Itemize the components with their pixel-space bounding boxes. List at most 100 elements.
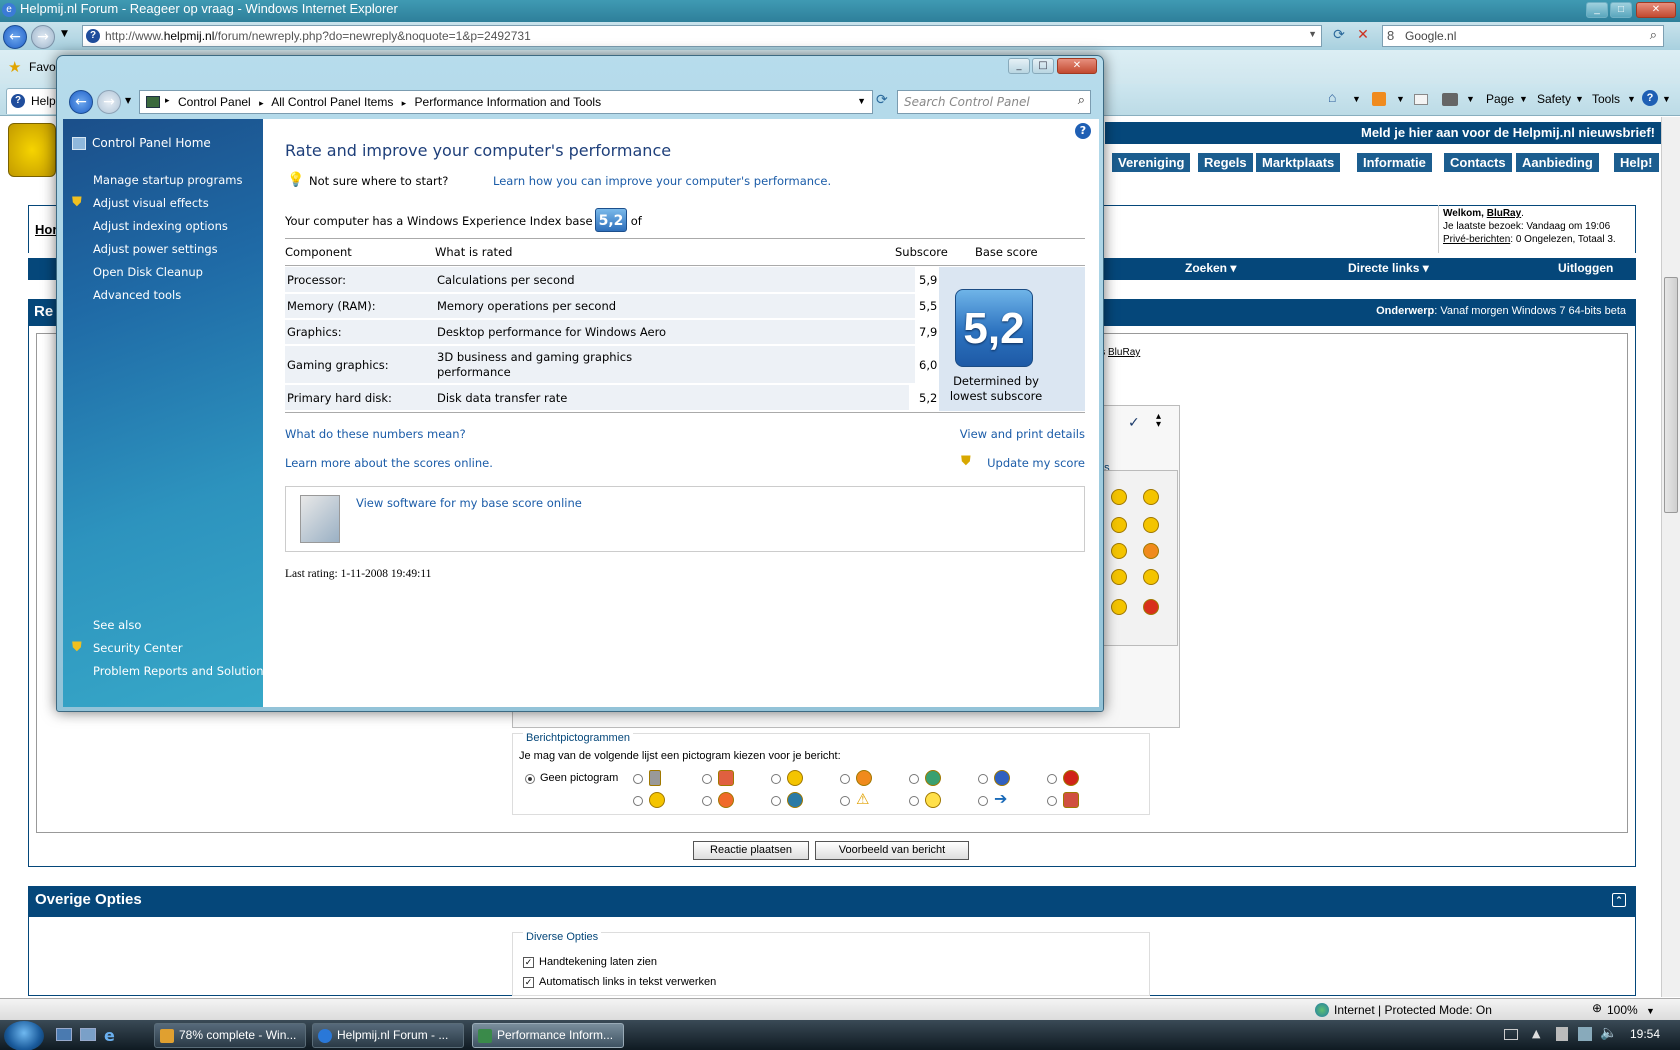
nav-aanbieding[interactable]: Aanbieding	[1516, 153, 1599, 172]
print-dropdown-icon[interactable]: ▼	[1466, 94, 1475, 104]
home-crumb[interactable]: Hor	[35, 222, 57, 237]
print-icon[interactable]	[1442, 93, 1458, 106]
address-dropdown-icon[interactable]: ▼	[1308, 29, 1317, 39]
view-software-link[interactable]: View software for my base score online	[356, 496, 582, 510]
numbers-meaning-link[interactable]: What do these numbers mean?	[285, 427, 466, 441]
view-print-details-link[interactable]: View and print details	[960, 427, 1085, 441]
close-button[interactable]: ✕	[1636, 2, 1676, 18]
protected-mode-status[interactable]: Internet | Protected Mode: On	[1334, 1003, 1492, 1017]
update-score-link[interactable]: Update my score	[987, 456, 1085, 470]
search-box[interactable]: 8 Google.nl ⌕	[1382, 25, 1664, 47]
smilie-icon[interactable]	[1111, 599, 1127, 615]
show-desktop-icon[interactable]	[56, 1028, 72, 1041]
radio-icon[interactable]	[633, 774, 643, 784]
favorites-star-icon[interactable]: ★	[8, 58, 21, 76]
cp-search-input[interactable]: Search Control Panel ⌕	[897, 90, 1091, 114]
switch-windows-icon[interactable]	[80, 1028, 96, 1041]
scrollbar-thumb[interactable]	[1664, 277, 1678, 513]
collapse-icon[interactable]: ⌃	[1612, 893, 1626, 907]
nav-informatie[interactable]: Informatie	[1357, 153, 1432, 172]
task-power-settings[interactable]: Adjust power settings	[93, 242, 218, 256]
page-scrollbar[interactable]	[1661, 117, 1680, 997]
tools-menu-dropdown-icon[interactable]: ▼	[1627, 94, 1636, 104]
cp-minimize-button[interactable]: _	[1008, 58, 1030, 74]
task-startup-programs[interactable]: Manage startup programs	[93, 173, 242, 187]
tray-expand-icon[interactable]: ▲	[1532, 1027, 1540, 1040]
stop-icon[interactable]: ✕	[1352, 27, 1374, 47]
cp-help-icon[interactable]: ?	[1075, 123, 1091, 139]
nav-regels[interactable]: Regels	[1198, 153, 1253, 172]
back-icon[interactable]: ←	[3, 25, 27, 49]
help-icon[interactable]: ?	[1642, 90, 1658, 106]
signature-checkbox[interactable]: ✓	[523, 957, 534, 968]
reply-to-user[interactable]: BluRay	[1108, 347, 1140, 358]
cp-recent-dropdown-icon[interactable]: ▼	[125, 96, 131, 105]
refresh-icon[interactable]: ⟳	[1328, 27, 1350, 47]
breadcrumb-arrow-icon[interactable]: ▸	[402, 98, 407, 108]
taskbar-item-forum[interactable]: Helpmij.nl Forum - ...	[312, 1023, 464, 1048]
mail-icon[interactable]	[1414, 94, 1428, 105]
taskbar-item-performance[interactable]: Performance Inform...	[472, 1023, 624, 1048]
tray-volume-icon[interactable]: 🔈	[1600, 1025, 1617, 1041]
home-icon[interactable]: ⌂	[1328, 89, 1336, 105]
search-icon[interactable]: ⌕	[1650, 27, 1657, 43]
task-indexing-options[interactable]: Adjust indexing options	[93, 219, 228, 233]
cp-close-button[interactable]: ✕	[1057, 58, 1097, 74]
smilie-icon[interactable]	[1111, 543, 1127, 559]
maximize-button[interactable]: □	[1610, 2, 1632, 18]
radio-icon[interactable]	[771, 774, 781, 784]
radio-icon[interactable]	[909, 774, 919, 784]
zoom-level[interactable]: 100%	[1607, 1003, 1638, 1017]
taskbar-item-download[interactable]: 78% complete - Win...	[154, 1023, 306, 1048]
autolinks-checkbox[interactable]: ✓	[523, 977, 534, 988]
radio-icon[interactable]	[978, 796, 988, 806]
nav-marktplaats[interactable]: Marktplaats	[1256, 153, 1341, 172]
breadcrumb-arrow-icon[interactable]: ▸	[259, 98, 264, 108]
cp-search-icon[interactable]: ⌕	[1078, 93, 1085, 108]
radio-icon[interactable]	[633, 796, 643, 806]
post-reply-button[interactable]: Reactie plaatsen	[693, 841, 809, 860]
minimize-button[interactable]: _	[1586, 2, 1608, 18]
radio-icon[interactable]	[978, 774, 988, 784]
page-menu-dropdown-icon[interactable]: ▼	[1519, 94, 1528, 104]
radio-no-icon[interactable]	[525, 774, 535, 784]
tray-network-icon[interactable]	[1578, 1027, 1592, 1041]
radio-icon[interactable]	[909, 796, 919, 806]
smilie-icon[interactable]	[1143, 599, 1159, 615]
zoom-dropdown-icon[interactable]: ▼	[1646, 1006, 1655, 1016]
newsletter-banner[interactable]: Meld je hier aan voor de Helpmij.nl nieu…	[1105, 122, 1663, 144]
crumb-performance[interactable]: Performance Information and Tools	[415, 95, 602, 109]
nav-help[interactable]: Help!	[1614, 153, 1659, 172]
crumb-control-panel[interactable]: Control Panel	[178, 95, 251, 109]
start-button[interactable]	[4, 1021, 44, 1050]
clock[interactable]: 19:54	[1630, 1027, 1660, 1041]
breadcrumb-arrow-icon[interactable]: ▸	[165, 95, 170, 106]
cp-maximize-button[interactable]: □	[1032, 58, 1054, 74]
smilie-icon[interactable]	[1143, 543, 1159, 559]
smilie-icon[interactable]	[1111, 569, 1127, 585]
resize-editor-icon[interactable]: ▴ ▾	[1156, 412, 1161, 430]
forward-icon[interactable]: →	[31, 25, 55, 49]
smilie-icon[interactable]	[1143, 569, 1159, 585]
radio-icon[interactable]	[702, 774, 712, 784]
task-advanced-tools[interactable]: Advanced tools	[93, 288, 181, 302]
safety-menu-dropdown-icon[interactable]: ▼	[1575, 94, 1584, 104]
cp-back-icon[interactable]: ←	[69, 90, 93, 114]
smilie-icon[interactable]	[1111, 489, 1127, 505]
cp-breadcrumb[interactable]: ▸ Control Panel ▸ All Control Panel Item…	[139, 90, 873, 114]
radio-icon[interactable]	[702, 796, 712, 806]
radio-icon[interactable]	[1047, 796, 1057, 806]
learn-more-link[interactable]: Learn more about the scores online.	[285, 456, 493, 470]
task-disk-cleanup[interactable]: Open Disk Cleanup	[93, 265, 203, 279]
radio-icon[interactable]	[840, 796, 850, 806]
help-dropdown-icon[interactable]: ▼	[1662, 94, 1671, 104]
linkbar-zoeken[interactable]: Zoeken ▾	[1185, 261, 1236, 275]
task-visual-effects[interactable]: Adjust visual effects	[93, 196, 209, 210]
nav-dropdown-icon[interactable]: ▼	[61, 29, 68, 39]
ie-quicklaunch-icon[interactable]: e	[104, 1026, 115, 1045]
cp-home-link[interactable]: Control Panel Home	[92, 136, 211, 150]
smilie-icon[interactable]	[1143, 489, 1159, 505]
home-dropdown-icon[interactable]: ▼	[1352, 94, 1361, 104]
browser-tab[interactable]: ? Helpmij	[6, 88, 71, 114]
tray-keyboard-icon[interactable]	[1504, 1029, 1518, 1040]
